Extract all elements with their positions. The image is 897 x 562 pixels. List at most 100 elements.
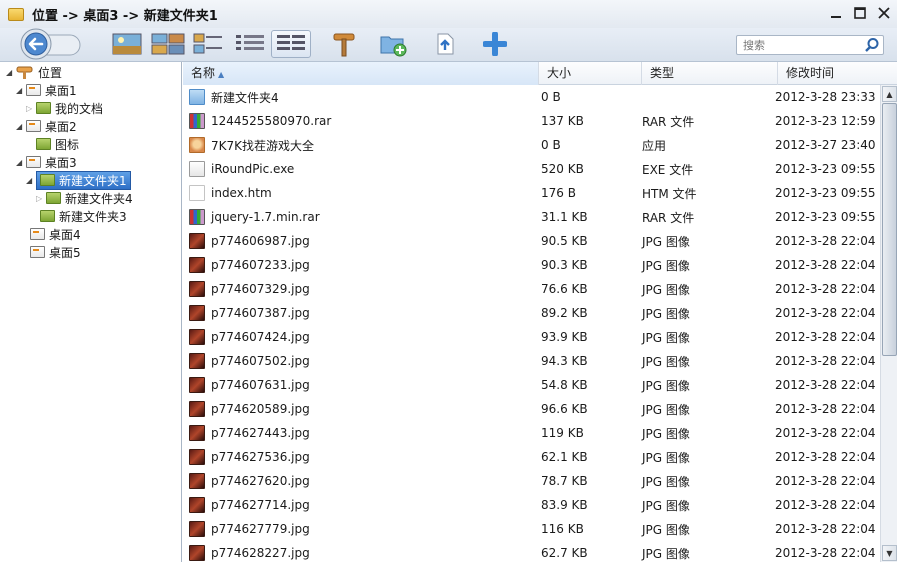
file-size: 76.6 KB xyxy=(541,282,588,296)
tree-root[interactable]: ◢ 位置 xyxy=(6,63,62,81)
file-row[interactable]: p774628227.jpg 62.7 KB JPG 图像 2012-3-28 22:… xyxy=(183,541,880,562)
file-row[interactable]: p774627536.jpg 62.1 KB JPG 图像 2012-3-28 22:… xyxy=(183,445,880,469)
search-box xyxy=(736,35,884,55)
file-size: 83.9 KB xyxy=(541,498,588,512)
file-date: 2012-3-23 09:55 xyxy=(775,210,876,224)
file-row[interactable]: iRoundPic.exe 520 KB EXE 文件 2012-3-23 09:55 xyxy=(183,157,880,181)
scroll-down-button[interactable]: ▼ xyxy=(882,545,897,561)
file-name: p774628227.jpg xyxy=(211,546,310,560)
file-row[interactable]: p774607631.jpg 54.8 KB JPG 图像 2012-3-28 22:… xyxy=(183,373,880,397)
column-header-name[interactable]: 名称 ▲ xyxy=(183,62,539,85)
column-header-row: 名称 ▲ 大小 类型 修改时间 xyxy=(183,62,897,85)
tree-item-new-folder1[interactable]: ◢ 新建文件夹1 xyxy=(26,170,131,190)
app-file-icon xyxy=(189,137,205,153)
file-type: RAR 文件 xyxy=(642,114,695,129)
file-row[interactable]: p774627714.jpg 83.9 KB JPG 图像 2012-3-28 22:… xyxy=(183,493,880,517)
scroll-thumb[interactable] xyxy=(882,103,897,356)
back-button[interactable] xyxy=(14,28,82,62)
add-button[interactable] xyxy=(482,30,508,58)
expanded-arrow-icon[interactable]: ◢ xyxy=(16,122,26,131)
list-icon xyxy=(236,35,264,50)
tree-item-desktop5[interactable]: 桌面5 xyxy=(30,243,81,261)
file-type: JPG 图像 xyxy=(642,546,690,561)
jpg-file-icon xyxy=(189,233,205,249)
file-row[interactable]: p774607502.jpg 94.3 KB JPG 图像 2012-3-28 22:… xyxy=(183,349,880,373)
folder-icon xyxy=(36,138,51,150)
collapsed-arrow-icon[interactable]: ▷ xyxy=(36,194,46,203)
file-size: 62.7 KB xyxy=(541,546,588,560)
folder-icon xyxy=(40,174,55,186)
folder-icon xyxy=(36,102,51,114)
vertical-scrollbar[interactable]: ▲ ▼ xyxy=(880,85,897,562)
file-name-cell: p774627443.jpg xyxy=(189,425,310,441)
file-name-cell: p774606987.jpg xyxy=(189,233,310,249)
folder-tree: ◢ 位置 ◢ 桌面1 ▷ 我的文档 ◢ 桌面2 图标 ◢ 桌面3 ◢ 新建文件夹… xyxy=(0,62,182,562)
desktop-icon xyxy=(30,228,45,240)
new-folder-button[interactable] xyxy=(378,30,408,58)
maximize-button[interactable] xyxy=(851,4,869,22)
tree-item-desktop3[interactable]: ◢ 桌面3 xyxy=(16,153,77,171)
file-type: RAR 文件 xyxy=(642,210,695,225)
file-row[interactable]: p774607387.jpg 89.2 KB JPG 图像 2012-3-28 22:… xyxy=(183,301,880,325)
expanded-arrow-icon[interactable]: ◢ xyxy=(6,68,16,77)
collapsed-arrow-icon[interactable]: ▷ xyxy=(26,104,36,113)
file-type: JPG 图像 xyxy=(642,258,690,273)
view-tiles-button[interactable] xyxy=(192,30,226,58)
file-row[interactable]: p774627443.jpg 119 KB JPG 图像 2012-3-28 22:0… xyxy=(183,421,880,445)
view-thumbnail-medium-button[interactable] xyxy=(150,30,186,58)
column-header-type[interactable]: 类型 xyxy=(642,62,778,85)
file-name: p774607631.jpg xyxy=(211,378,310,392)
minimize-icon xyxy=(831,16,841,18)
tree-item-new-folder4[interactable]: ▷ 新建文件夹4 xyxy=(36,189,133,207)
file-row[interactable]: p774627620.jpg 78.7 KB JPG 图像 2012-3-28 22:… xyxy=(183,469,880,493)
properties-button[interactable] xyxy=(330,30,358,58)
file-row[interactable]: 新建文件夹4 0 B 2012-3-28 23:33 xyxy=(183,85,880,109)
jpg-file-icon xyxy=(189,329,205,345)
tree-item-my-documents[interactable]: ▷ 我的文档 xyxy=(26,99,103,117)
minimize-button[interactable] xyxy=(827,4,845,22)
file-row[interactable]: p774606987.jpg 90.5 KB JPG 图像 2012-3-28 22:… xyxy=(183,229,880,253)
view-list-button[interactable] xyxy=(233,30,267,58)
tree-item-icons[interactable]: 图标 xyxy=(36,135,79,153)
view-details-button[interactable] xyxy=(271,30,311,58)
file-name: p774607233.jpg xyxy=(211,258,310,272)
column-header-modified[interactable]: 修改时间 xyxy=(778,62,897,85)
file-date: 2012-3-28 22:04 xyxy=(775,402,876,416)
column-header-size[interactable]: 大小 xyxy=(539,62,642,85)
close-button[interactable] xyxy=(875,4,893,22)
upload-button[interactable] xyxy=(432,30,458,58)
file-row[interactable]: 7K7K找茬游戏大全 0 B 应用 2012-3-27 23:40 xyxy=(183,133,880,157)
maximize-icon xyxy=(854,7,866,19)
scroll-up-button[interactable]: ▲ xyxy=(882,86,897,102)
expanded-arrow-icon[interactable]: ◢ xyxy=(16,86,26,95)
tree-item-desktop2[interactable]: ◢ 桌面2 xyxy=(16,117,77,135)
tree-item-new-folder3[interactable]: 新建文件夹3 xyxy=(40,207,127,225)
file-row[interactable]: p774607329.jpg 76.6 KB JPG 图像 2012-3-28 22:… xyxy=(183,277,880,301)
expanded-arrow-icon[interactable]: ◢ xyxy=(16,158,26,167)
file-name: p774627443.jpg xyxy=(211,426,310,440)
file-name: p774627779.jpg xyxy=(211,522,310,536)
file-size: 90.5 KB xyxy=(541,234,588,248)
file-row[interactable]: p774607233.jpg 90.3 KB JPG 图像 2012-3-28 22:… xyxy=(183,253,880,277)
search-input[interactable] xyxy=(737,36,857,54)
file-row[interactable]: p774607424.jpg 93.9 KB JPG 图像 2012-3-28 22:… xyxy=(183,325,880,349)
file-type: JPG 图像 xyxy=(642,426,690,441)
tree-item-label: 新建文件夹4 xyxy=(65,191,133,206)
file-row[interactable]: jquery-1.7.min.rar 31.1 KB RAR 文件 2012-3-23… xyxy=(183,205,880,229)
file-name-cell: index.htm xyxy=(189,185,272,201)
file-row[interactable]: 1244525580970.rar 137 KB RAR 文件 2012-3-23 1… xyxy=(183,109,880,133)
tree-item-desktop4[interactable]: 桌面4 xyxy=(30,225,81,243)
thumbnail-medium-icon xyxy=(151,33,185,55)
desktop-icon xyxy=(26,84,41,96)
window-title: 位置 -> 桌面3 -> 新建文件夹1 xyxy=(32,8,218,24)
file-row[interactable]: p774620589.jpg 96.6 KB JPG 图像 2012-3-28 22:… xyxy=(183,397,880,421)
view-thumbnail-large-button[interactable] xyxy=(111,30,143,58)
file-row[interactable]: index.htm 176 B HTM 文件 2012-3-23 09:55 xyxy=(183,181,880,205)
file-type: EXE 文件 xyxy=(642,162,694,177)
file-row[interactable]: p774627779.jpg 116 KB JPG 图像 2012-3-28 22:0… xyxy=(183,517,880,541)
search-button[interactable] xyxy=(864,37,880,56)
expanded-arrow-icon[interactable]: ◢ xyxy=(26,176,36,185)
folder-icon xyxy=(46,192,61,204)
tree-item-desktop1[interactable]: ◢ 桌面1 xyxy=(16,81,77,99)
file-date: 2012-3-28 22:04 xyxy=(775,426,876,440)
